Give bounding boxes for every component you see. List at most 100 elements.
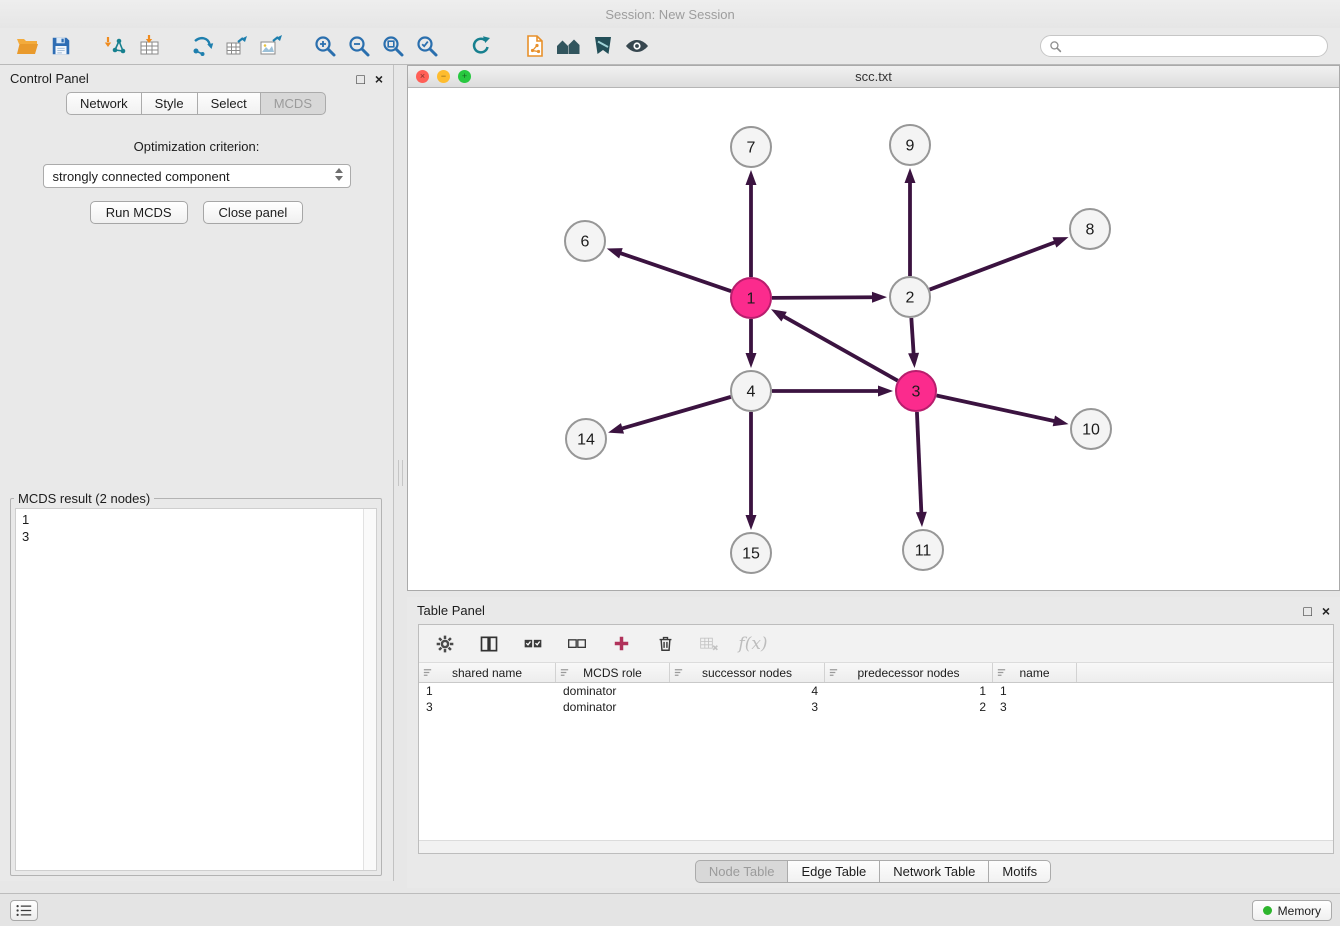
zoom-in-button[interactable] bbox=[308, 31, 342, 61]
node-2[interactable]: 2 bbox=[890, 277, 930, 317]
memory-label: Memory bbox=[1278, 904, 1321, 918]
column-header-MCDS-role[interactable]: MCDS role bbox=[556, 663, 670, 682]
zoom-out-button[interactable] bbox=[342, 31, 376, 61]
tab-select[interactable]: Select bbox=[197, 92, 261, 115]
network-window-titlebar[interactable]: × − + scc.txt bbox=[408, 66, 1339, 88]
edge-2-3[interactable] bbox=[911, 318, 913, 355]
column-header-successor-nodes[interactable]: successor nodes bbox=[670, 663, 825, 682]
apply-function-button[interactable]: f(x) bbox=[741, 631, 765, 657]
edge-1-2[interactable] bbox=[772, 297, 874, 298]
sort-icon bbox=[559, 667, 570, 678]
show-hide-graphics-button[interactable] bbox=[620, 31, 654, 61]
node-14[interactable]: 14 bbox=[566, 419, 606, 459]
table-row[interactable]: 3dominator323 bbox=[419, 699, 1333, 715]
tab-edge-table[interactable]: Edge Table bbox=[787, 860, 880, 883]
node-1[interactable]: 1 bbox=[731, 278, 771, 318]
node-label: 2 bbox=[906, 290, 915, 307]
save-session-button[interactable] bbox=[44, 31, 78, 61]
node-15[interactable]: 15 bbox=[731, 533, 771, 573]
table-row[interactable]: 1dominator411 bbox=[419, 683, 1333, 699]
node-7[interactable]: 7 bbox=[731, 127, 771, 167]
result-scrollbar[interactable] bbox=[363, 509, 376, 870]
node-4[interactable]: 4 bbox=[731, 371, 771, 411]
column-header-name[interactable]: name bbox=[993, 663, 1077, 682]
add-column-button[interactable] bbox=[609, 631, 633, 657]
open-session-button[interactable] bbox=[10, 31, 44, 61]
select-all-rows-button[interactable] bbox=[521, 631, 545, 657]
export-image-button[interactable] bbox=[254, 31, 288, 61]
column-header-shared-name[interactable]: shared name bbox=[419, 663, 556, 682]
edge-3-10[interactable] bbox=[937, 395, 1056, 421]
zoom-selected-icon bbox=[415, 34, 439, 58]
panel-splitter[interactable] bbox=[395, 65, 406, 881]
mcds-result-list-box: 13 bbox=[15, 508, 377, 871]
search-input[interactable] bbox=[1062, 37, 1327, 55]
sort-icon bbox=[673, 667, 684, 678]
import-network-button[interactable] bbox=[98, 31, 132, 61]
tab-network[interactable]: Network bbox=[66, 92, 142, 115]
edge-2-8[interactable] bbox=[930, 242, 1057, 290]
open-document-button[interactable] bbox=[518, 31, 552, 61]
zoom-window-icon[interactable]: + bbox=[458, 70, 471, 83]
zoom-fit-button[interactable] bbox=[376, 31, 410, 61]
network-from-selection-button[interactable] bbox=[186, 31, 220, 61]
task-history-button[interactable] bbox=[10, 900, 38, 921]
apply-layout-button[interactable] bbox=[464, 31, 498, 61]
result-item[interactable]: 3 bbox=[16, 528, 363, 545]
column-header-label: name bbox=[1019, 666, 1049, 680]
node-9[interactable]: 9 bbox=[890, 125, 930, 165]
deselect-all-rows-button[interactable] bbox=[565, 631, 589, 657]
column-settings-button[interactable] bbox=[433, 631, 457, 657]
edge-3-1[interactable] bbox=[782, 316, 897, 381]
edge-3-11[interactable] bbox=[917, 412, 921, 514]
node-8[interactable]: 8 bbox=[1070, 209, 1110, 249]
show-all-networks-button[interactable] bbox=[552, 31, 586, 61]
edge-4-14[interactable] bbox=[621, 397, 731, 429]
close-panel-button[interactable]: Close panel bbox=[203, 201, 304, 224]
node-10[interactable]: 10 bbox=[1071, 409, 1111, 449]
cell-MCDS-role: dominator bbox=[556, 683, 670, 699]
sort-icon bbox=[828, 667, 839, 678]
node-6[interactable]: 6 bbox=[565, 221, 605, 261]
network-canvas[interactable]: 7 9 6 8 1 2 4 3 10 14 15 11 bbox=[408, 88, 1339, 590]
apply-style-button[interactable] bbox=[586, 31, 620, 61]
cell-predecessor-nodes: 1 bbox=[825, 683, 993, 699]
edge-1-6[interactable] bbox=[619, 253, 731, 291]
memory-button[interactable]: Memory bbox=[1252, 900, 1332, 921]
zoom-in-icon bbox=[313, 34, 337, 58]
optimization-criterion-select[interactable]: strongly connected component bbox=[43, 164, 351, 188]
minimize-window-icon[interactable]: − bbox=[437, 70, 450, 83]
tab-style[interactable]: Style bbox=[141, 92, 198, 115]
table-horizontal-scrollbar[interactable] bbox=[419, 840, 1333, 853]
show-columns-button[interactable] bbox=[477, 631, 501, 657]
list-icon bbox=[16, 904, 32, 917]
float-panel-icon[interactable]: □ bbox=[356, 72, 364, 86]
tab-network-table[interactable]: Network Table bbox=[879, 860, 989, 883]
main-toolbar bbox=[0, 28, 1340, 65]
export-table-button[interactable] bbox=[220, 31, 254, 61]
close-window-icon[interactable]: × bbox=[416, 70, 429, 83]
tab-node-table[interactable]: Node Table bbox=[695, 860, 789, 883]
export-image-icon bbox=[259, 34, 283, 58]
float-table-panel-icon[interactable]: □ bbox=[1303, 604, 1311, 618]
control-panel: Control Panel □ × NetworkStyleSelectMCDS… bbox=[0, 65, 394, 881]
import-table-button[interactable] bbox=[132, 31, 166, 61]
table-toolbar: f(x) bbox=[419, 625, 1333, 663]
floppy-disk-icon bbox=[50, 35, 72, 57]
result-item[interactable]: 1 bbox=[16, 511, 363, 528]
column-header-predecessor-nodes[interactable]: predecessor nodes bbox=[825, 663, 993, 682]
node-11[interactable]: 11 bbox=[903, 530, 943, 570]
node-3[interactable]: 3 bbox=[896, 371, 936, 411]
tab-mcds[interactable]: MCDS bbox=[260, 92, 326, 115]
close-table-panel-icon[interactable]: × bbox=[1322, 604, 1330, 618]
zoom-selected-button[interactable] bbox=[410, 31, 444, 61]
delete-table-button[interactable] bbox=[697, 631, 721, 657]
run-mcds-button[interactable]: Run MCDS bbox=[90, 201, 188, 224]
edge-arrow-icon bbox=[872, 292, 887, 303]
delete-columns-button[interactable] bbox=[653, 631, 677, 657]
import-network-icon bbox=[103, 34, 127, 58]
close-panel-icon[interactable]: × bbox=[375, 72, 383, 86]
table-body: 1dominator4113dominator323 bbox=[419, 683, 1333, 715]
window-titlebar: Session: New Session bbox=[0, 0, 1340, 28]
tab-motifs[interactable]: Motifs bbox=[988, 860, 1051, 883]
